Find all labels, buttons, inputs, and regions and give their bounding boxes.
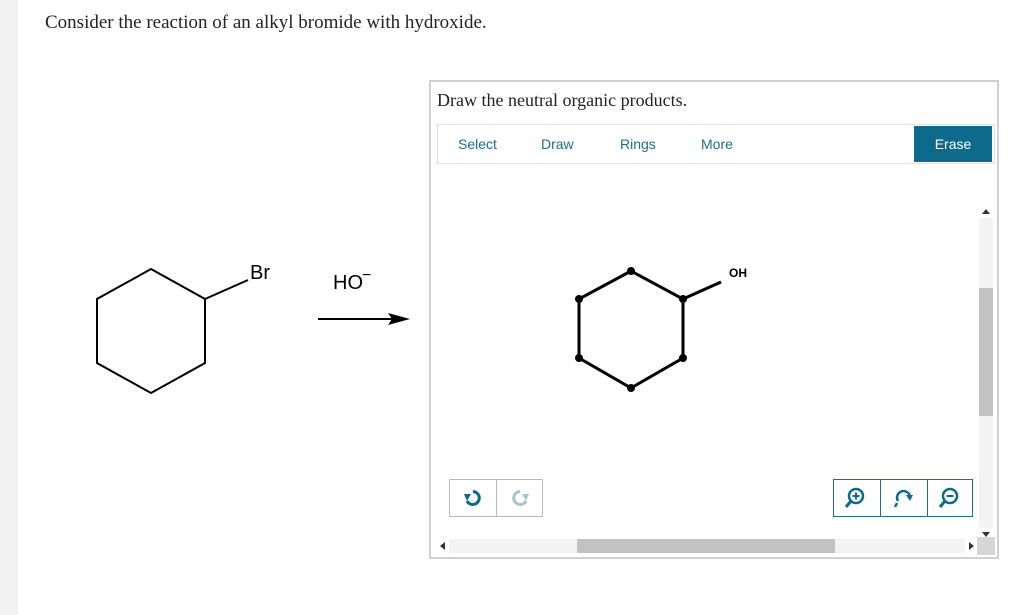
undo-icon	[464, 490, 481, 506]
zoom-out-button[interactable]	[928, 480, 974, 516]
undo-button[interactable]	[450, 480, 496, 516]
zoom-controls	[833, 479, 973, 517]
horizontal-scrollbar[interactable]	[437, 537, 977, 555]
reset-zoom-button[interactable]	[881, 480, 927, 516]
redo-icon	[512, 490, 529, 506]
atom-markers	[575, 267, 687, 392]
vertical-scroll-thumb[interactable]	[979, 288, 993, 416]
bromine-label: Br	[250, 262, 270, 284]
atom-dot	[627, 267, 635, 275]
hydroxide-charge: −	[362, 267, 371, 284]
horizontal-scroll-thumb[interactable]	[577, 539, 835, 553]
scroll-left-icon[interactable]	[440, 542, 445, 550]
atom-dot	[679, 354, 687, 362]
product-cyclohexanol[interactable]	[577, 269, 722, 390]
reset-zoom-icon	[893, 489, 913, 508]
hydroxide-label: HO	[333, 272, 363, 294]
zoom-out-icon	[938, 487, 959, 508]
vertical-scrollbar[interactable]	[977, 206, 995, 542]
atom-dot	[575, 354, 583, 362]
zoom-in-button[interactable]	[834, 480, 880, 516]
drawing-canvas[interactable]: OH	[431, 82, 977, 537]
reaction-scheme: Br HO −	[96, 262, 410, 395]
atom-dot	[575, 295, 583, 303]
redo-button[interactable]	[497, 480, 543, 516]
scroll-right-icon[interactable]	[969, 542, 974, 550]
atom-dot	[627, 384, 635, 392]
zoom-in-icon	[844, 487, 865, 508]
reactant-cyclohexyl-bromide	[96, 267, 249, 395]
hydroxyl-label[interactable]: OH	[729, 266, 747, 280]
reaction-arrow	[318, 313, 410, 325]
scrollbar-corner	[977, 537, 995, 555]
scroll-up-icon[interactable]	[982, 209, 990, 214]
drawing-editor: Draw the neutral organic products. Selec…	[429, 80, 999, 559]
atom-dot	[679, 295, 687, 303]
history-controls	[449, 479, 543, 517]
